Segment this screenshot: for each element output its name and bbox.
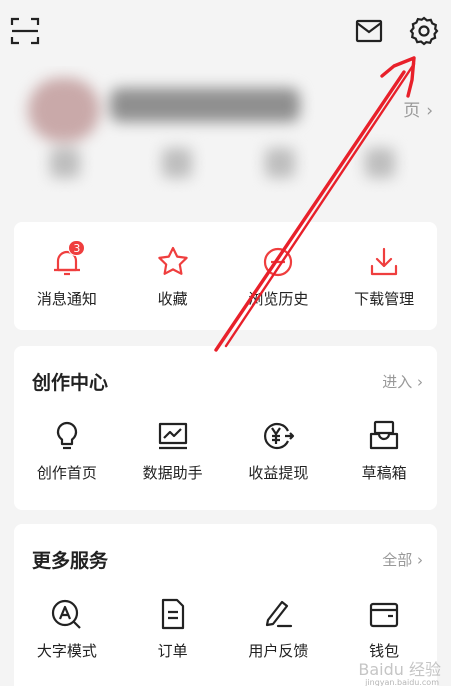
creation-item-label: 收益提现 xyxy=(248,464,309,482)
watermark-url: jingyan.baidu.com xyxy=(365,678,439,686)
section-title: 更多服务 xyxy=(32,550,109,572)
data-assistant-button[interactable]: 数据助手 xyxy=(120,418,226,502)
more-services-all-link[interactable]: 全部 › xyxy=(382,549,423,570)
chevron-right-icon: › xyxy=(417,373,423,391)
enter-link-label: 进入 xyxy=(382,373,413,391)
orders-button[interactable]: 订单 xyxy=(120,596,226,680)
quick-action-label: 消息通知 xyxy=(36,290,97,308)
quick-action-history[interactable]: 浏览历史 xyxy=(226,244,332,328)
creation-item-label: 草稿箱 xyxy=(361,464,407,482)
service-item-label: 用户反馈 xyxy=(248,642,309,660)
gear-icon[interactable] xyxy=(407,14,441,48)
quick-actions-card: 3 消息通知 收藏 浏览历史 下载管理 xyxy=(14,222,437,330)
drafts-button[interactable]: 草稿箱 xyxy=(331,418,437,502)
bell-icon: 3 xyxy=(49,240,86,280)
profile-stat xyxy=(162,148,192,178)
large-font-mode-button[interactable]: 大字模式 xyxy=(14,596,120,680)
star-icon xyxy=(155,244,191,280)
section-title: 创作中心 xyxy=(32,372,109,394)
creation-item-label: 数据助手 xyxy=(142,464,203,482)
profile-homepage-link[interactable]: 页 › xyxy=(403,96,433,121)
profile-stat xyxy=(365,148,395,178)
large-font-icon xyxy=(49,596,85,632)
quick-action-messages[interactable]: 3 消息通知 xyxy=(14,240,120,328)
quick-action-favorites[interactable]: 收藏 xyxy=(120,244,226,328)
creation-item-label: 创作首页 xyxy=(36,464,97,482)
quick-action-downloads[interactable]: 下载管理 xyxy=(331,244,437,328)
order-icon xyxy=(155,596,191,632)
quick-action-label: 收藏 xyxy=(157,290,188,308)
quick-action-label: 浏览历史 xyxy=(248,290,309,308)
scan-icon[interactable] xyxy=(8,14,42,48)
creation-home-button[interactable]: 创作首页 xyxy=(14,418,120,502)
user-feedback-button[interactable]: 用户反馈 xyxy=(226,596,332,680)
lightbulb-icon xyxy=(49,418,85,454)
quick-actions-grid: 3 消息通知 收藏 浏览历史 下载管理 xyxy=(14,240,437,328)
creation-center-enter-link[interactable]: 进入 › xyxy=(382,371,423,392)
draft-box-icon xyxy=(366,418,402,454)
earnings-withdraw-button[interactable]: 收益提现 xyxy=(226,418,332,502)
service-item-label: 订单 xyxy=(157,642,188,660)
blurred-profile-content xyxy=(0,66,451,226)
mail-icon[interactable] xyxy=(352,14,386,48)
username xyxy=(110,88,300,122)
profile-stat xyxy=(50,148,80,178)
clock-icon xyxy=(260,244,296,280)
creation-center-card: 创作中心 进入 › 创作首页 数据助手 收益提现 草稿箱 xyxy=(14,346,437,510)
feedback-icon xyxy=(260,596,296,632)
download-icon xyxy=(366,244,402,280)
profile-stat xyxy=(265,148,295,178)
chevron-right-icon: › xyxy=(426,101,433,121)
top-bar xyxy=(0,0,451,66)
watermark: Baidu 经验 xyxy=(358,660,441,679)
chart-icon xyxy=(155,418,191,454)
profile-section: 页 › xyxy=(0,66,451,226)
quick-action-label: 下载管理 xyxy=(354,290,415,308)
avatar xyxy=(28,78,100,142)
all-link-label: 全部 xyxy=(382,551,413,569)
service-item-label: 大字模式 xyxy=(36,642,97,660)
homepage-link-label: 页 xyxy=(403,101,421,121)
wallet-icon xyxy=(366,596,402,632)
yen-icon xyxy=(260,418,296,454)
creation-center-grid: 创作首页 数据助手 收益提现 草稿箱 xyxy=(14,418,437,502)
chevron-right-icon: › xyxy=(417,551,423,569)
